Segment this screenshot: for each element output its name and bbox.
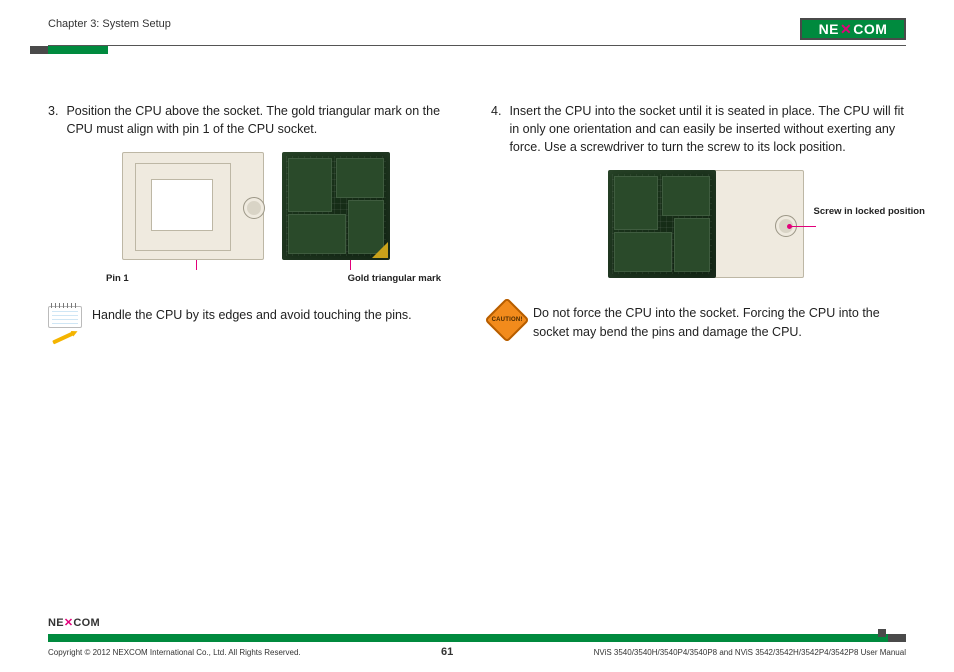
brand-logo: NE ✕ COM bbox=[800, 18, 906, 40]
step-4: 4. Insert the CPU into the socket until … bbox=[491, 102, 906, 156]
cpu-in-socket-illustration: Screw in locked position bbox=[594, 170, 804, 278]
step-3: 3. Position the CPU above the socket. Th… bbox=[48, 102, 463, 138]
figure-row-right: Screw in locked position bbox=[491, 170, 906, 278]
figure-labels: Pin 1 Gold triangular mark bbox=[48, 266, 463, 290]
step-number: 3. bbox=[48, 102, 58, 138]
pointer-line-icon bbox=[350, 260, 351, 270]
header-tab-accent bbox=[48, 46, 108, 54]
caution-badge-text: CAUTION! bbox=[492, 316, 523, 325]
gold-mark-caption: Gold triangular mark bbox=[348, 272, 441, 286]
gold-triangle-icon bbox=[372, 242, 388, 258]
pin1-caption: Pin 1 bbox=[106, 272, 129, 286]
pointer-line-icon bbox=[196, 260, 197, 270]
handling-note: Handle the CPU by its edges and avoid to… bbox=[48, 306, 463, 336]
footer: NE✕COM Copyright © 2012 NEXCOM Internati… bbox=[48, 634, 906, 658]
page-number: 61 bbox=[441, 646, 453, 658]
page: Chapter 3: System Setup NE ✕ COM 3. Posi… bbox=[0, 0, 954, 672]
footer-logo-x-icon: ✕ bbox=[64, 617, 74, 629]
logo-text-left: NE bbox=[819, 21, 839, 37]
screw-callout: Screw in locked position bbox=[814, 206, 934, 217]
callout-line-icon bbox=[788, 226, 816, 227]
content-columns: 3. Position the CPU above the socket. Th… bbox=[48, 102, 906, 341]
step-number: 4. bbox=[491, 102, 501, 156]
right-column: 4. Insert the CPU into the socket until … bbox=[491, 102, 906, 341]
document-title: NViS 3540/3540H/3540P4/3540P8 and NViS 3… bbox=[594, 648, 906, 657]
chapter-label: Chapter 3: System Setup bbox=[48, 18, 171, 30]
caution-icon: CAUTION! bbox=[491, 304, 523, 336]
step-text: Position the CPU above the socket. The g… bbox=[66, 102, 463, 138]
header-divider bbox=[48, 45, 906, 46]
cpu-socket-illustration bbox=[122, 152, 264, 260]
footer-accent-bar bbox=[48, 634, 906, 642]
caution-note: CAUTION! Do not force the CPU into the s… bbox=[491, 304, 906, 340]
copyright-text: Copyright © 2012 NEXCOM International Co… bbox=[48, 648, 301, 657]
footer-row: Copyright © 2012 NEXCOM International Co… bbox=[48, 646, 906, 658]
note-text: Handle the CPU by its edges and avoid to… bbox=[92, 306, 412, 324]
notepad-icon bbox=[48, 306, 82, 336]
caution-text: Do not force the CPU into the socket. Fo… bbox=[533, 304, 906, 340]
logo-x-icon: ✕ bbox=[839, 21, 853, 38]
figure-row-left bbox=[48, 152, 463, 260]
footer-logo-post: COM bbox=[73, 617, 100, 629]
footer-logo: NE✕COM bbox=[48, 616, 100, 629]
logo-text-right: COM bbox=[853, 21, 887, 37]
footer-logo-pre: NE bbox=[48, 617, 64, 629]
cpu-chip-illustration bbox=[282, 152, 390, 260]
screw-knob-icon bbox=[243, 197, 265, 219]
left-column: 3. Position the CPU above the socket. Th… bbox=[48, 102, 463, 341]
header: Chapter 3: System Setup NE ✕ COM bbox=[48, 18, 906, 58]
step-text: Insert the CPU into the socket until it … bbox=[509, 102, 906, 156]
